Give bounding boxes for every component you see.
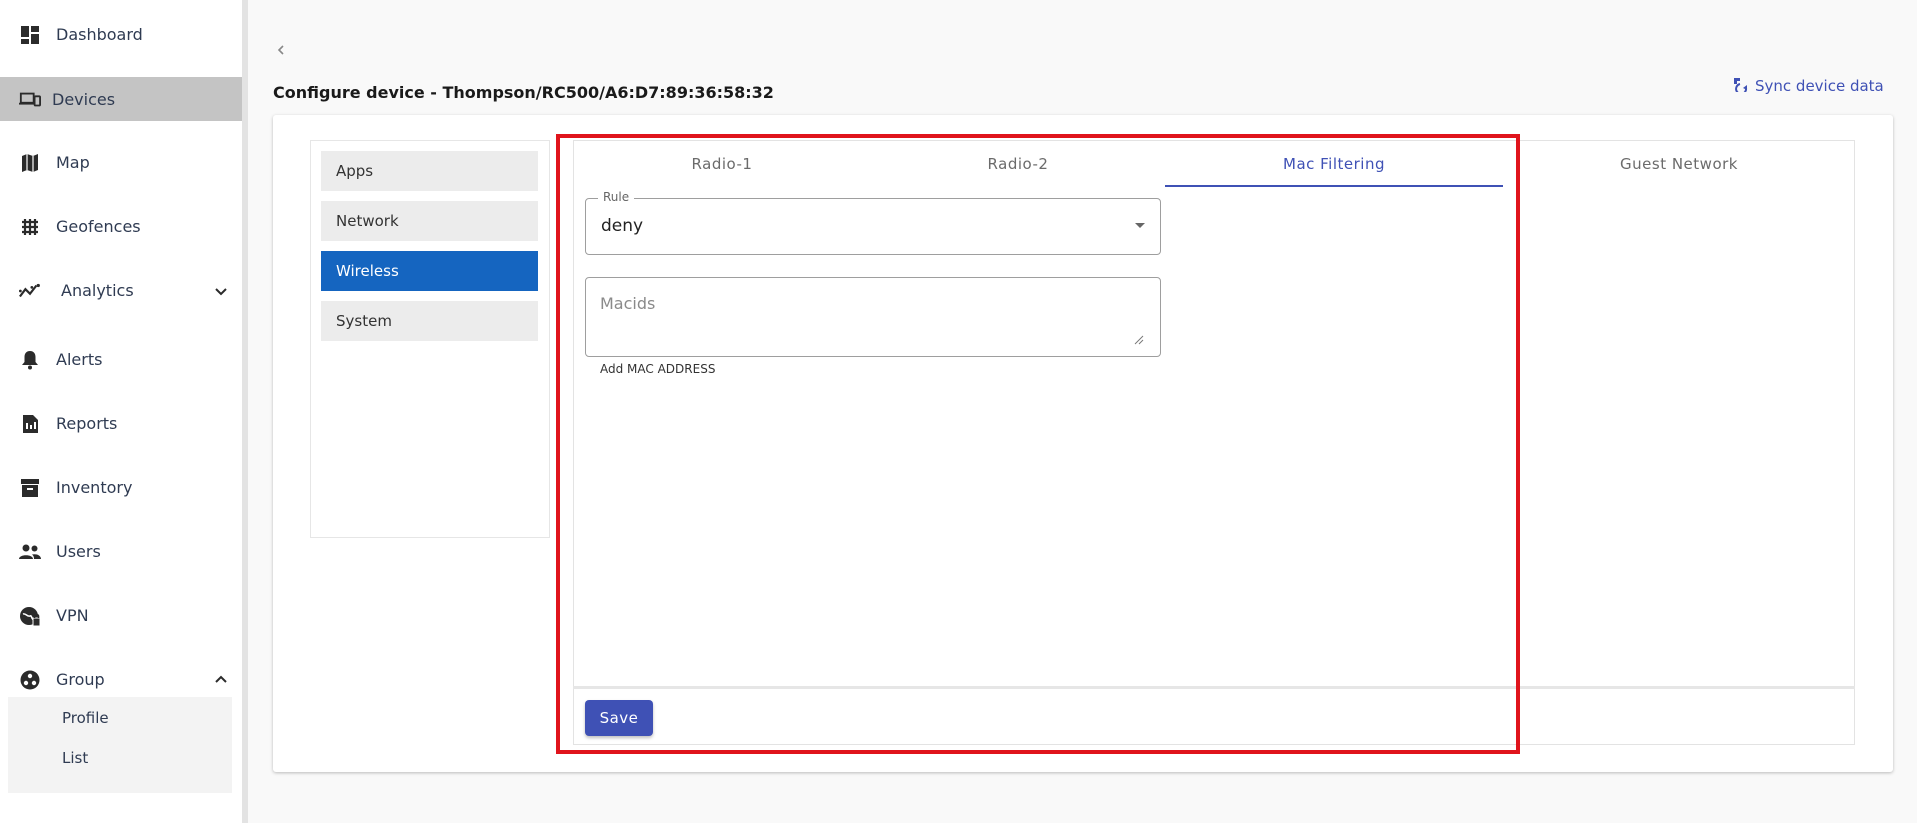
sidebar: Dashboard Devices Map Geofences Analytic…	[0, 0, 242, 823]
dashboard-icon	[19, 24, 41, 46]
active-tab-indicator	[1165, 185, 1503, 187]
tab-label: Radio-1	[691, 155, 753, 173]
macids-helper-text: Add MAC ADDRESS	[600, 362, 716, 376]
config-menu-item-wireless[interactable]: Wireless	[321, 251, 538, 291]
form-footer-divider	[573, 686, 1855, 689]
rule-select[interactable]: deny	[585, 198, 1161, 255]
sidebar-item-group[interactable]: Group	[0, 657, 242, 701]
group-icon	[19, 669, 41, 691]
subnav-item-label: Profile	[62, 709, 109, 727]
sidebar-item-label: VPN	[56, 605, 89, 625]
config-menu-label: Apps	[336, 162, 374, 180]
sidebar-item-label: Alerts	[56, 349, 103, 369]
rule-label: Rule	[598, 190, 635, 204]
sidebar-divider	[242, 0, 248, 823]
sidebar-item-geofences[interactable]: Geofences	[0, 204, 242, 248]
sidebar-item-label: Group	[56, 669, 105, 689]
users-icon	[19, 541, 41, 563]
sidebar-item-label: Users	[56, 541, 101, 561]
save-button[interactable]: Save	[585, 700, 653, 736]
sidebar-item-users[interactable]: Users	[0, 529, 242, 573]
group-subnav: Profile List	[8, 697, 232, 793]
sidebar-item-inventory[interactable]: Inventory	[0, 465, 242, 509]
resize-grip-icon[interactable]	[1134, 330, 1144, 345]
sync-device-data-button[interactable]: Sync device data	[1732, 75, 1884, 97]
sidebar-item-alerts[interactable]: Alerts	[0, 337, 242, 381]
sidebar-item-label: Analytics	[61, 280, 134, 300]
bell-icon	[19, 349, 41, 371]
sidebar-item-label: Map	[56, 152, 90, 172]
sidebar-item-devices[interactable]: Devices	[0, 77, 242, 121]
sidebar-item-dashboard[interactable]: Dashboard	[0, 12, 242, 56]
subnav-item-list[interactable]: List	[8, 741, 232, 775]
config-menu: Apps Network Wireless System	[310, 140, 550, 538]
sync-icon	[1732, 76, 1748, 96]
macids-field	[585, 277, 1161, 357]
sync-device-data-label: Sync device data	[1755, 77, 1884, 95]
tab-mac-filtering[interactable]: Mac Filtering	[1165, 140, 1503, 188]
tab-label: Mac Filtering	[1283, 155, 1385, 173]
sidebar-item-map[interactable]: Map	[0, 140, 242, 184]
sidebar-item-vpn[interactable]: VPN	[0, 593, 242, 637]
sidebar-item-analytics[interactable]: Analytics	[0, 268, 242, 312]
sidebar-item-reports[interactable]: Reports	[0, 401, 242, 445]
back-chevron-icon[interactable]	[276, 42, 290, 62]
sidebar-item-label: Dashboard	[56, 24, 143, 44]
tab-label: Radio-2	[987, 155, 1049, 173]
tab-radio-2[interactable]: Radio-2	[870, 140, 1166, 188]
map-icon	[19, 152, 41, 174]
rule-select-value: deny	[601, 216, 644, 236]
vpn-icon	[19, 605, 41, 627]
config-menu-item-apps[interactable]: Apps	[321, 151, 538, 191]
tab-radio-1[interactable]: Radio-1	[574, 140, 870, 188]
config-menu-label: Wireless	[336, 262, 399, 280]
sidebar-item-label: Devices	[52, 89, 116, 109]
reports-icon	[19, 413, 41, 435]
macids-textarea[interactable]	[600, 294, 1140, 350]
chevron-down-icon	[214, 284, 230, 300]
subnav-item-label: List	[62, 749, 89, 767]
page-title: Configure device - Thompson/RC500/A6:D7:…	[273, 83, 774, 102]
inventory-icon	[19, 477, 41, 499]
config-menu-label: Network	[336, 212, 399, 230]
chevron-up-icon	[214, 671, 230, 687]
sidebar-item-label: Reports	[56, 413, 118, 433]
geofences-icon	[19, 216, 41, 238]
tab-label: Guest Network	[1620, 155, 1738, 173]
devices-icon	[19, 89, 41, 111]
config-menu-item-system[interactable]: System	[321, 301, 538, 341]
config-menu-item-network[interactable]: Network	[321, 201, 538, 241]
tab-guest-network[interactable]: Guest Network	[1503, 140, 1855, 188]
dropdown-arrow-icon	[1135, 223, 1145, 228]
analytics-icon	[19, 280, 41, 302]
sidebar-item-label: Inventory	[56, 477, 133, 497]
config-menu-label: System	[336, 312, 392, 330]
subnav-item-profile[interactable]: Profile	[8, 701, 232, 735]
sidebar-item-label: Geofences	[56, 216, 141, 236]
